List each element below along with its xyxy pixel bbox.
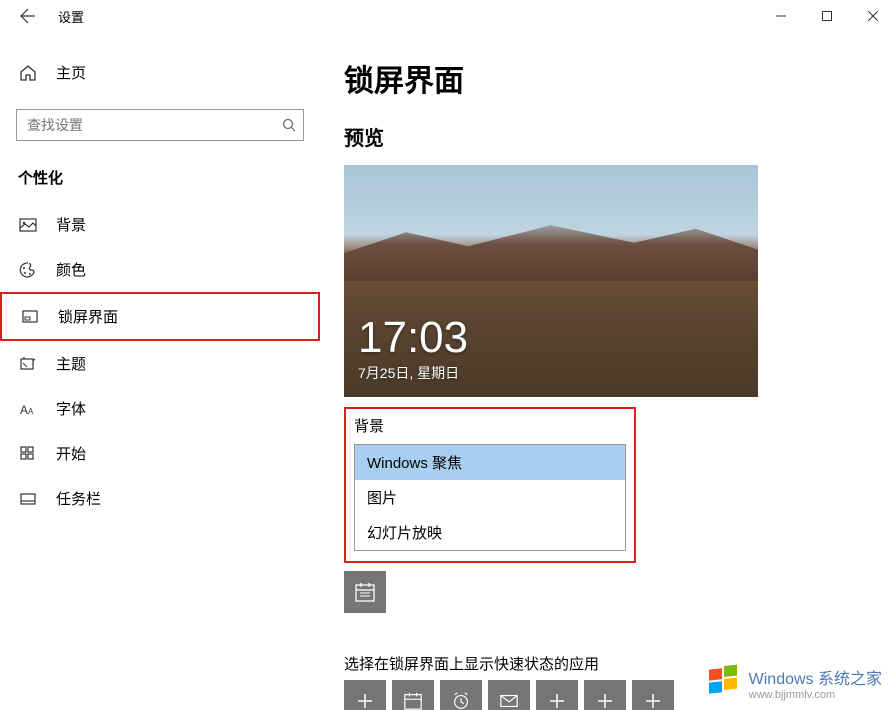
sidebar-item-lockscreen[interactable]: 锁屏界面 — [0, 292, 320, 341]
svg-text:A: A — [28, 407, 34, 416]
search-icon[interactable] — [282, 118, 296, 132]
quick-status-tile-calendar[interactable] — [392, 680, 434, 710]
taskbar-icon — [18, 489, 38, 509]
font-icon: AA — [18, 399, 38, 419]
watermark-url: www.bjjmmlv.com — [749, 689, 882, 701]
quick-status-tile-mail[interactable] — [488, 680, 530, 710]
quick-status-tile-add-4[interactable] — [632, 680, 674, 710]
sidebar-home[interactable]: 主页 — [0, 52, 320, 93]
dropdown-option-slideshow[interactable]: 幻灯片放映 — [355, 515, 625, 550]
svg-text:A: A — [20, 403, 28, 417]
titlebar: 设置 — [0, 0, 896, 32]
dropdown-option-spotlight[interactable]: Windows 聚焦 — [355, 445, 625, 480]
watermark-text: Windows 系统之家 — [749, 671, 882, 688]
preview-date: 7月25日, 星期日 — [358, 363, 459, 383]
preview-time: 17:03 — [358, 313, 468, 363]
sidebar-section-header: 个性化 — [0, 157, 320, 202]
sidebar-item-label: 颜色 — [56, 259, 86, 280]
search-input[interactable] — [16, 109, 304, 141]
close-button[interactable] — [850, 0, 896, 32]
start-icon — [18, 444, 38, 464]
back-arrow-icon — [20, 8, 36, 24]
calendar-icon — [403, 691, 423, 710]
background-section: 背景 Windows 聚焦 图片 幻灯片放映 — [344, 407, 636, 563]
lockscreen-preview: 17:03 7月25日, 星期日 — [344, 165, 758, 397]
sidebar: 主页 个性化 背景 颜色 — [0, 32, 320, 710]
maximize-icon — [822, 11, 832, 21]
window-controls — [758, 0, 896, 32]
detailed-status-app-tile[interactable] — [344, 571, 386, 613]
window-title: 设置 — [58, 7, 84, 26]
quick-status-tile-alarm[interactable] — [440, 680, 482, 710]
background-dropdown[interactable]: Windows 聚焦 图片 幻灯片放映 — [354, 444, 626, 551]
sidebar-item-label: 锁屏界面 — [58, 306, 118, 327]
maximize-button[interactable] — [804, 0, 850, 32]
alarm-icon — [451, 691, 471, 710]
page-title: 锁屏界面 — [344, 56, 896, 100]
sidebar-item-start[interactable]: 开始 — [0, 431, 320, 476]
theme-icon — [18, 354, 38, 374]
sidebar-item-label: 开始 — [56, 443, 86, 464]
sidebar-item-themes[interactable]: 主题 — [0, 341, 320, 386]
plus-icon — [548, 692, 566, 710]
calendar-icon — [354, 581, 376, 603]
picture-icon — [18, 215, 38, 235]
minimize-button[interactable] — [758, 0, 804, 32]
sidebar-item-label: 任务栏 — [56, 488, 101, 509]
sidebar-item-background[interactable]: 背景 — [0, 202, 320, 247]
windows-logo-icon — [705, 664, 743, 702]
mail-icon — [499, 691, 519, 710]
sidebar-item-label: 字体 — [56, 398, 86, 419]
sidebar-item-label: 背景 — [56, 214, 86, 235]
plus-icon — [644, 692, 662, 710]
minimize-icon — [776, 11, 786, 21]
dropdown-option-picture[interactable]: 图片 — [355, 480, 625, 515]
palette-icon — [18, 260, 38, 280]
back-button[interactable] — [12, 0, 44, 32]
close-icon — [868, 11, 878, 21]
quick-status-tile-add-3[interactable] — [584, 680, 626, 710]
sidebar-item-colors[interactable]: 颜色 — [0, 247, 320, 292]
watermark: Windows 系统之家 www.bjjmmlv.com — [705, 664, 882, 702]
main-content: 锁屏界面 预览 17:03 7月25日, 星期日 背景 Windows 聚焦 图… — [320, 32, 896, 710]
quick-status-tile-add-2[interactable] — [536, 680, 578, 710]
sidebar-item-taskbar[interactable]: 任务栏 — [0, 476, 320, 521]
plus-icon — [356, 692, 374, 710]
background-label: 背景 — [354, 415, 626, 436]
lockscreen-icon — [20, 307, 40, 327]
plus-icon — [596, 692, 614, 710]
home-icon — [18, 63, 38, 83]
sidebar-home-label: 主页 — [56, 62, 86, 83]
quick-status-tile-add-1[interactable] — [344, 680, 386, 710]
sidebar-item-label: 主题 — [56, 353, 86, 374]
search-container — [16, 109, 304, 141]
sidebar-item-fonts[interactable]: AA 字体 — [0, 386, 320, 431]
preview-label: 预览 — [344, 122, 896, 151]
